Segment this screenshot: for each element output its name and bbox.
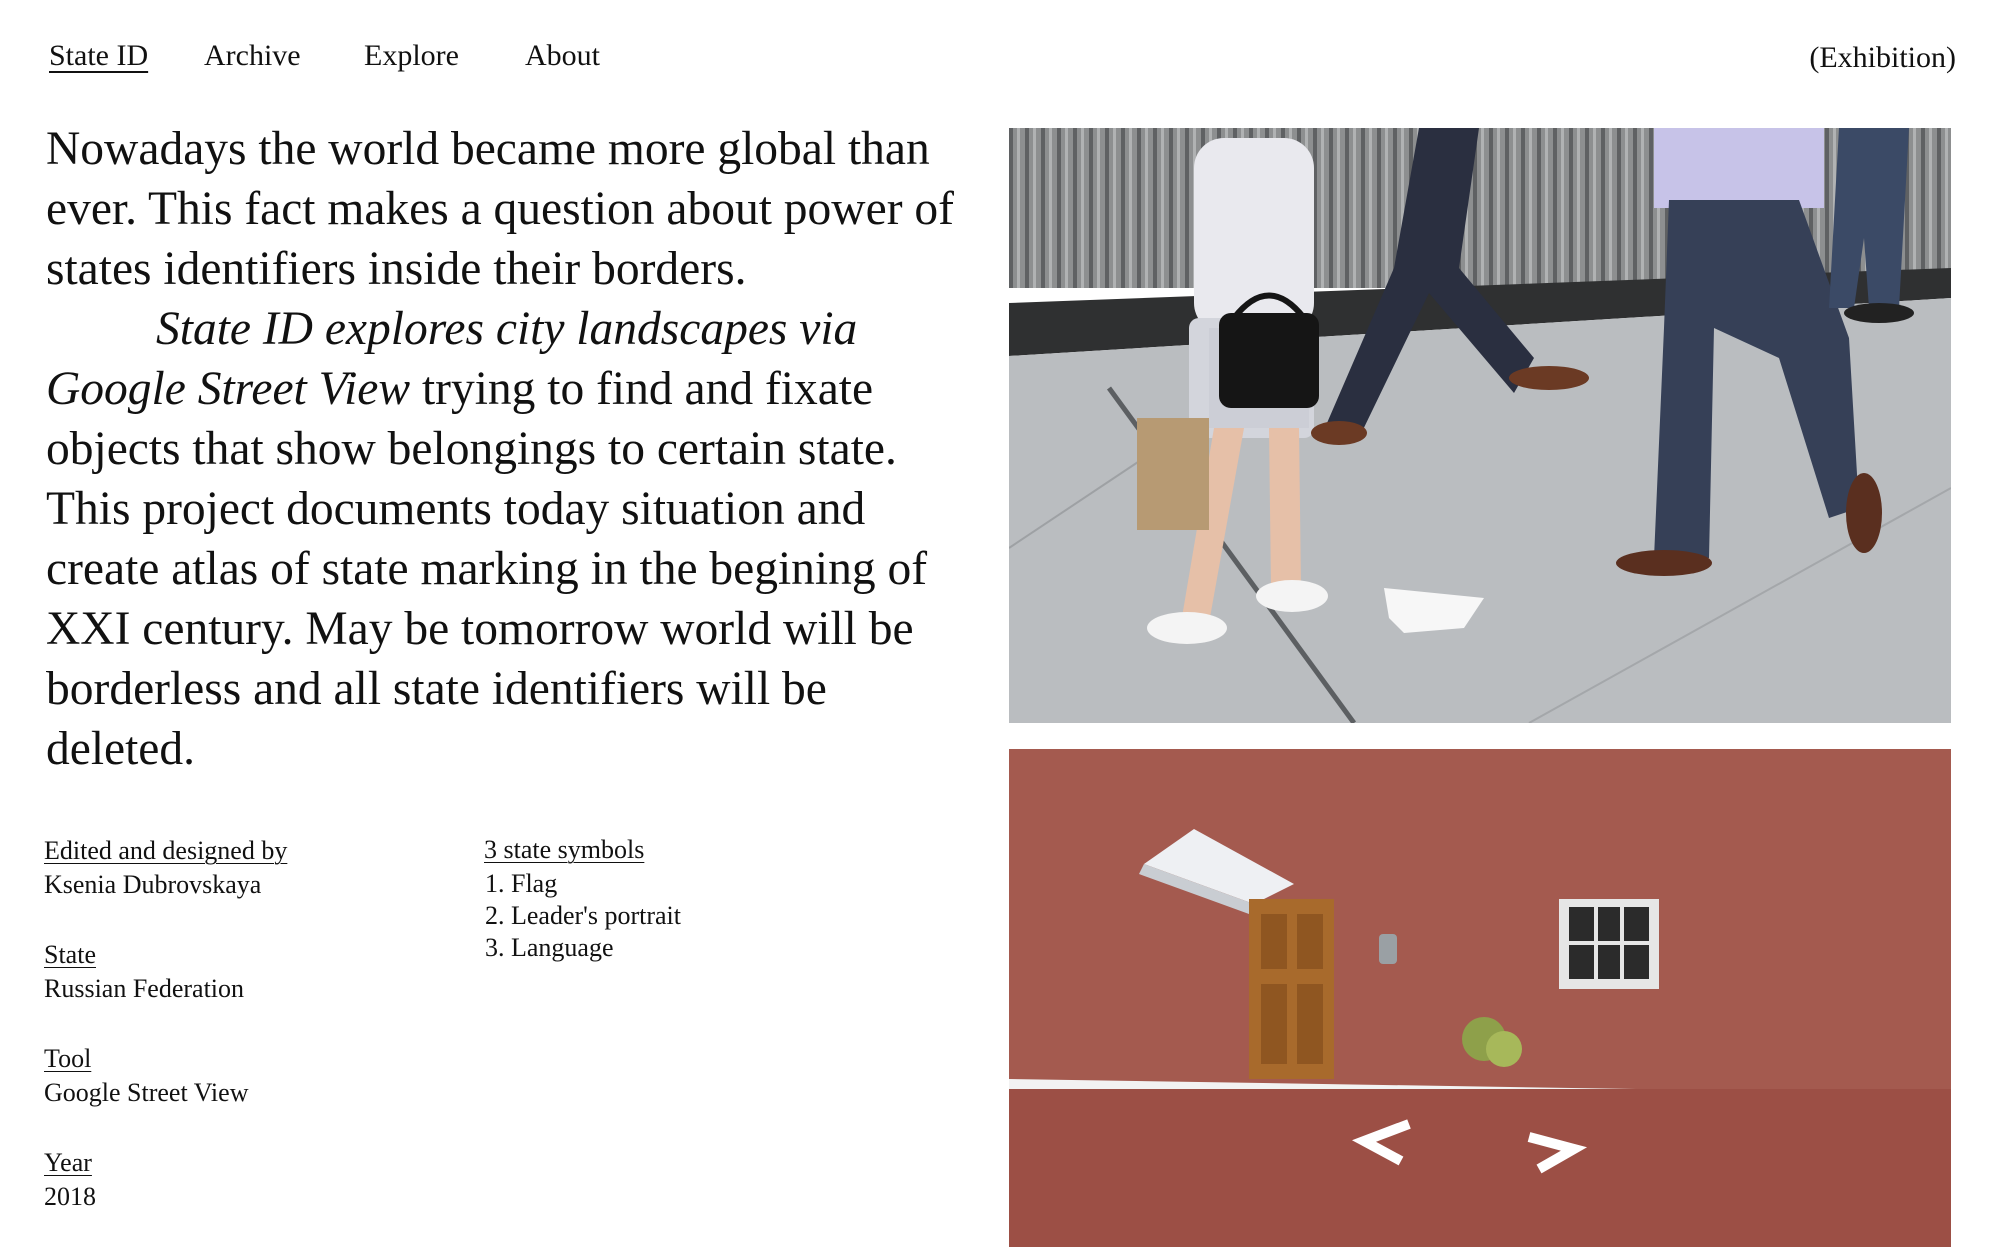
- symbols-list: 1. Flag 2. Leader's portrait 3. Language: [484, 868, 681, 964]
- intro-paragraph-2: State ID explores city landscapes via Go…: [46, 299, 976, 779]
- nav-exhibition[interactable]: (Exhibition): [1809, 40, 1956, 76]
- intro-text: Nowadays the world became more global th…: [46, 119, 976, 779]
- street-view-photo-house[interactable]: [1009, 749, 1951, 1247]
- meta-editor-value: Ksenia Dubrovskaya: [44, 870, 262, 899]
- meta-state-label: State: [44, 940, 96, 969]
- nav-explore[interactable]: Explore: [364, 38, 459, 74]
- pedestrians-illustration: [1009, 128, 1951, 723]
- street-view-photo-pedestrians[interactable]: [1009, 128, 1951, 723]
- meta-year: Year 2018: [44, 1146, 287, 1214]
- symbols-label: 3 state symbols: [484, 835, 645, 864]
- symbol-item-language: 3. Language: [485, 933, 614, 962]
- state-symbols: 3 state symbols 1. Flag 2. Leader's port…: [484, 834, 681, 964]
- meta-tool-value: Google Street View: [44, 1078, 249, 1107]
- project-meta: Edited and designed by Ksenia Dubrovskay…: [44, 834, 287, 1250]
- symbol-item-leader-portrait: 2. Leader's portrait: [485, 901, 681, 930]
- meta-year-label: Year: [44, 1148, 92, 1177]
- nav-about[interactable]: About: [525, 38, 600, 74]
- meta-tool-label: Tool: [44, 1044, 92, 1073]
- meta-state: State Russian Federation: [44, 938, 287, 1006]
- intro-paragraph-1: Nowadays the world became more global th…: [46, 123, 954, 295]
- nav-state-id[interactable]: State ID: [49, 38, 148, 74]
- symbol-item-flag: 1. Flag: [485, 869, 558, 898]
- meta-editor-label: Edited and designed by: [44, 836, 288, 865]
- meta-year-value: 2018: [44, 1182, 96, 1211]
- meta-state-value: Russian Federation: [44, 974, 245, 1003]
- meta-tool: Tool Google Street View: [44, 1042, 287, 1110]
- nav-archive[interactable]: Archive: [204, 38, 301, 74]
- house-illustration: [1009, 749, 1951, 1247]
- intro-paragraph-2-text: trying to find and fixate objects that s…: [46, 363, 928, 775]
- meta-editor: Edited and designed by Ksenia Dubrovskay…: [44, 834, 287, 902]
